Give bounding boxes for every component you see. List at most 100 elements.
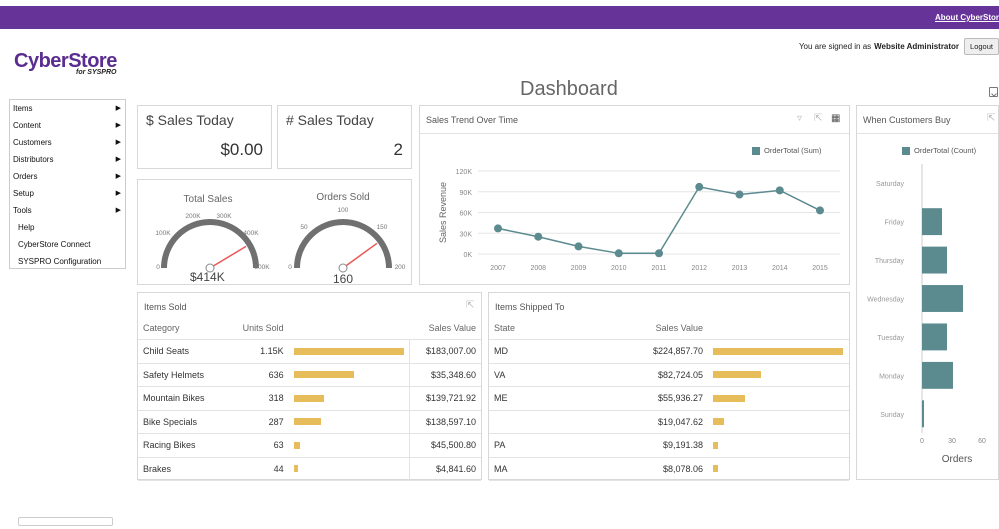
menu-item-items[interactable]: Items ▶ (10, 100, 125, 117)
sales-bar (713, 465, 718, 473)
weekday-chart: Saturday Friday Thursday Wednesday Tuesday Mo… (867, 164, 986, 465)
y-axis-label: Sales Revenue (438, 182, 448, 243)
data-point (735, 190, 744, 199)
logout-button[interactable]: Logout (964, 38, 999, 55)
category-cell: Racing Bikes (138, 433, 221, 458)
units-cell: 318 (220, 386, 289, 411)
menu-item-label: Tools (13, 206, 32, 215)
menu-item-label: Customers (13, 138, 52, 147)
layout-icon[interactable]: ▦ (831, 113, 840, 124)
sales-trend-legend: OrderTotal (Sum) (752, 146, 822, 155)
menu-item-setup[interactable]: Setup ▶ (10, 185, 125, 202)
table-row[interactable]: $19,047.62 (489, 410, 849, 434)
table-row[interactable]: Safety Helmets 636 $35,348.60 (138, 363, 481, 387)
gauge-tick-label: 0 (156, 264, 160, 271)
units-cell: 1.15K (220, 339, 289, 364)
sales-value-cell: $55,936.27 (624, 386, 708, 411)
logo-sub: for SYSPRO (76, 69, 117, 76)
units-bar (293, 465, 298, 473)
gauge-tick-label: 150 (377, 224, 388, 231)
drill-up-icon[interactable]: ⇱ (814, 113, 822, 124)
sales-value-cell: $138,597.10 (408, 410, 481, 434)
chevron-right-icon: ▶ (115, 156, 121, 163)
total-sales-gauge: 0 100K 200K 300K 400K 500K (155, 213, 270, 273)
col-sales-value[interactable]: Sales Value (409, 316, 481, 340)
gauge-tick-label: 50 (300, 224, 308, 231)
legend-swatch (752, 146, 760, 155)
units-bar (293, 418, 322, 426)
drill-up-icon[interactable]: ⇱ (466, 300, 474, 311)
data-point (655, 249, 663, 258)
y-tick-label: 60K (460, 211, 473, 218)
table-row[interactable]: PA $9,191.38 (489, 433, 849, 458)
sales-bar (713, 394, 746, 402)
menu-item-distributors[interactable]: Distributors ▶ (10, 151, 125, 168)
menu-item-help[interactable]: Help (10, 219, 125, 236)
bar-cell (708, 363, 849, 387)
total-sales-value: $414K (190, 270, 225, 284)
gauge-tick-label: 400K (243, 230, 259, 237)
menu-item-content[interactable]: Content ▶ (10, 117, 125, 134)
table-row[interactable]: MA $8,078.06 (489, 457, 849, 481)
category-cell: Safety Helmets (138, 363, 221, 387)
gauge-tick-label: 500K (254, 264, 270, 271)
data-point (816, 206, 824, 215)
table-header-row: State Sales Value (489, 316, 849, 340)
bar-cell (288, 433, 410, 458)
menu-item-label: Items (13, 104, 33, 113)
sales-bar (713, 418, 724, 426)
table-row[interactable]: Child Seats 1.15K $183,007.00 (138, 339, 481, 364)
table-row[interactable]: ME $55,936.27 (489, 386, 849, 411)
export-icon[interactable] (989, 87, 998, 97)
items-shipped-title: Items Shipped To (495, 302, 565, 312)
state-cell: PA (489, 433, 624, 458)
data-point (614, 249, 623, 258)
data-point (494, 224, 502, 233)
sales-today-value: $0.00 (220, 140, 263, 159)
table-row[interactable]: MD $224,857.70 (489, 339, 849, 364)
x-tick-label: 2014 (772, 265, 788, 272)
table-row[interactable]: Brakes 44 $4,841.60 (138, 457, 481, 481)
col-category[interactable]: Category (138, 316, 221, 340)
x-tick-label: 0 (920, 438, 924, 445)
menu-item-customers[interactable]: Customers ▶ (10, 134, 125, 151)
filter-icon[interactable]: ▿ (797, 113, 802, 124)
sales-trend-chart: Sales Revenue 0K 30K 60K 90K 120K 2007 2008 2009… (438, 169, 840, 272)
count-today-value: 2 (393, 140, 403, 159)
menu-item-orders[interactable]: Orders ▶ (10, 168, 125, 185)
header-divider (420, 133, 849, 134)
sales-trend-card: Sales Trend Over Time ▿ ⇱ ▦ OrderTotal (… (419, 105, 850, 285)
menu-item-label: Orders (13, 172, 38, 181)
menu-item-label: Content (13, 121, 42, 130)
gauge-needle (342, 242, 378, 269)
legend-label: OrderTotal (Sum) (764, 146, 822, 155)
data-point (695, 182, 704, 191)
col-state[interactable]: State (489, 316, 624, 340)
gauges-svg: 0 100K 200K 300K 400K 500K 0 50 100 150 200 (155, 207, 406, 273)
items-shipped-table: State Sales Value MD $224,857.70 VA $82,724… (489, 316, 849, 481)
menu-item-syspro-configuration[interactable]: SYSPRO Configuration (10, 253, 125, 270)
gauge-hub (338, 263, 348, 273)
sales-value-cell: $35,348.60 (408, 363, 481, 387)
x-tick-label: 2007 (490, 265, 506, 272)
signed-in-status: You are signed in as Website Administrat… (799, 38, 999, 55)
horizontal-scrollbar[interactable] (18, 517, 113, 526)
about-link[interactable]: About CyberStor (935, 13, 999, 22)
table-row[interactable]: Racing Bikes 63 $45,500.80 (138, 433, 481, 458)
signed-in-prefix: You are signed in as (798, 42, 872, 51)
items-sold-table: Category Units Sold Sales Value Child Se… (138, 316, 481, 481)
category-cell: Bike Specials (138, 410, 221, 434)
state-cell: MA (489, 457, 624, 481)
col-units[interactable]: Units Sold (220, 316, 289, 340)
gauge-tick-label: 300K (216, 213, 232, 220)
sales-trend-title: Sales Trend Over Time (426, 115, 519, 125)
menu-item-tools[interactable]: Tools ▶ (10, 202, 125, 219)
table-row[interactable]: Bike Specials 287 $138,597.10 (138, 410, 481, 434)
y-tick-label: 90K (460, 190, 473, 197)
data-point (574, 242, 583, 251)
col-sales-value[interactable]: Sales Value (624, 316, 708, 340)
table-row[interactable]: Mountain Bikes 318 $139,721.92 (138, 386, 481, 411)
state-cell (489, 410, 624, 434)
table-row[interactable]: VA $82,724.05 (489, 363, 849, 387)
menu-item-cyberstore-connect[interactable]: CyberStore Connect (10, 236, 125, 253)
